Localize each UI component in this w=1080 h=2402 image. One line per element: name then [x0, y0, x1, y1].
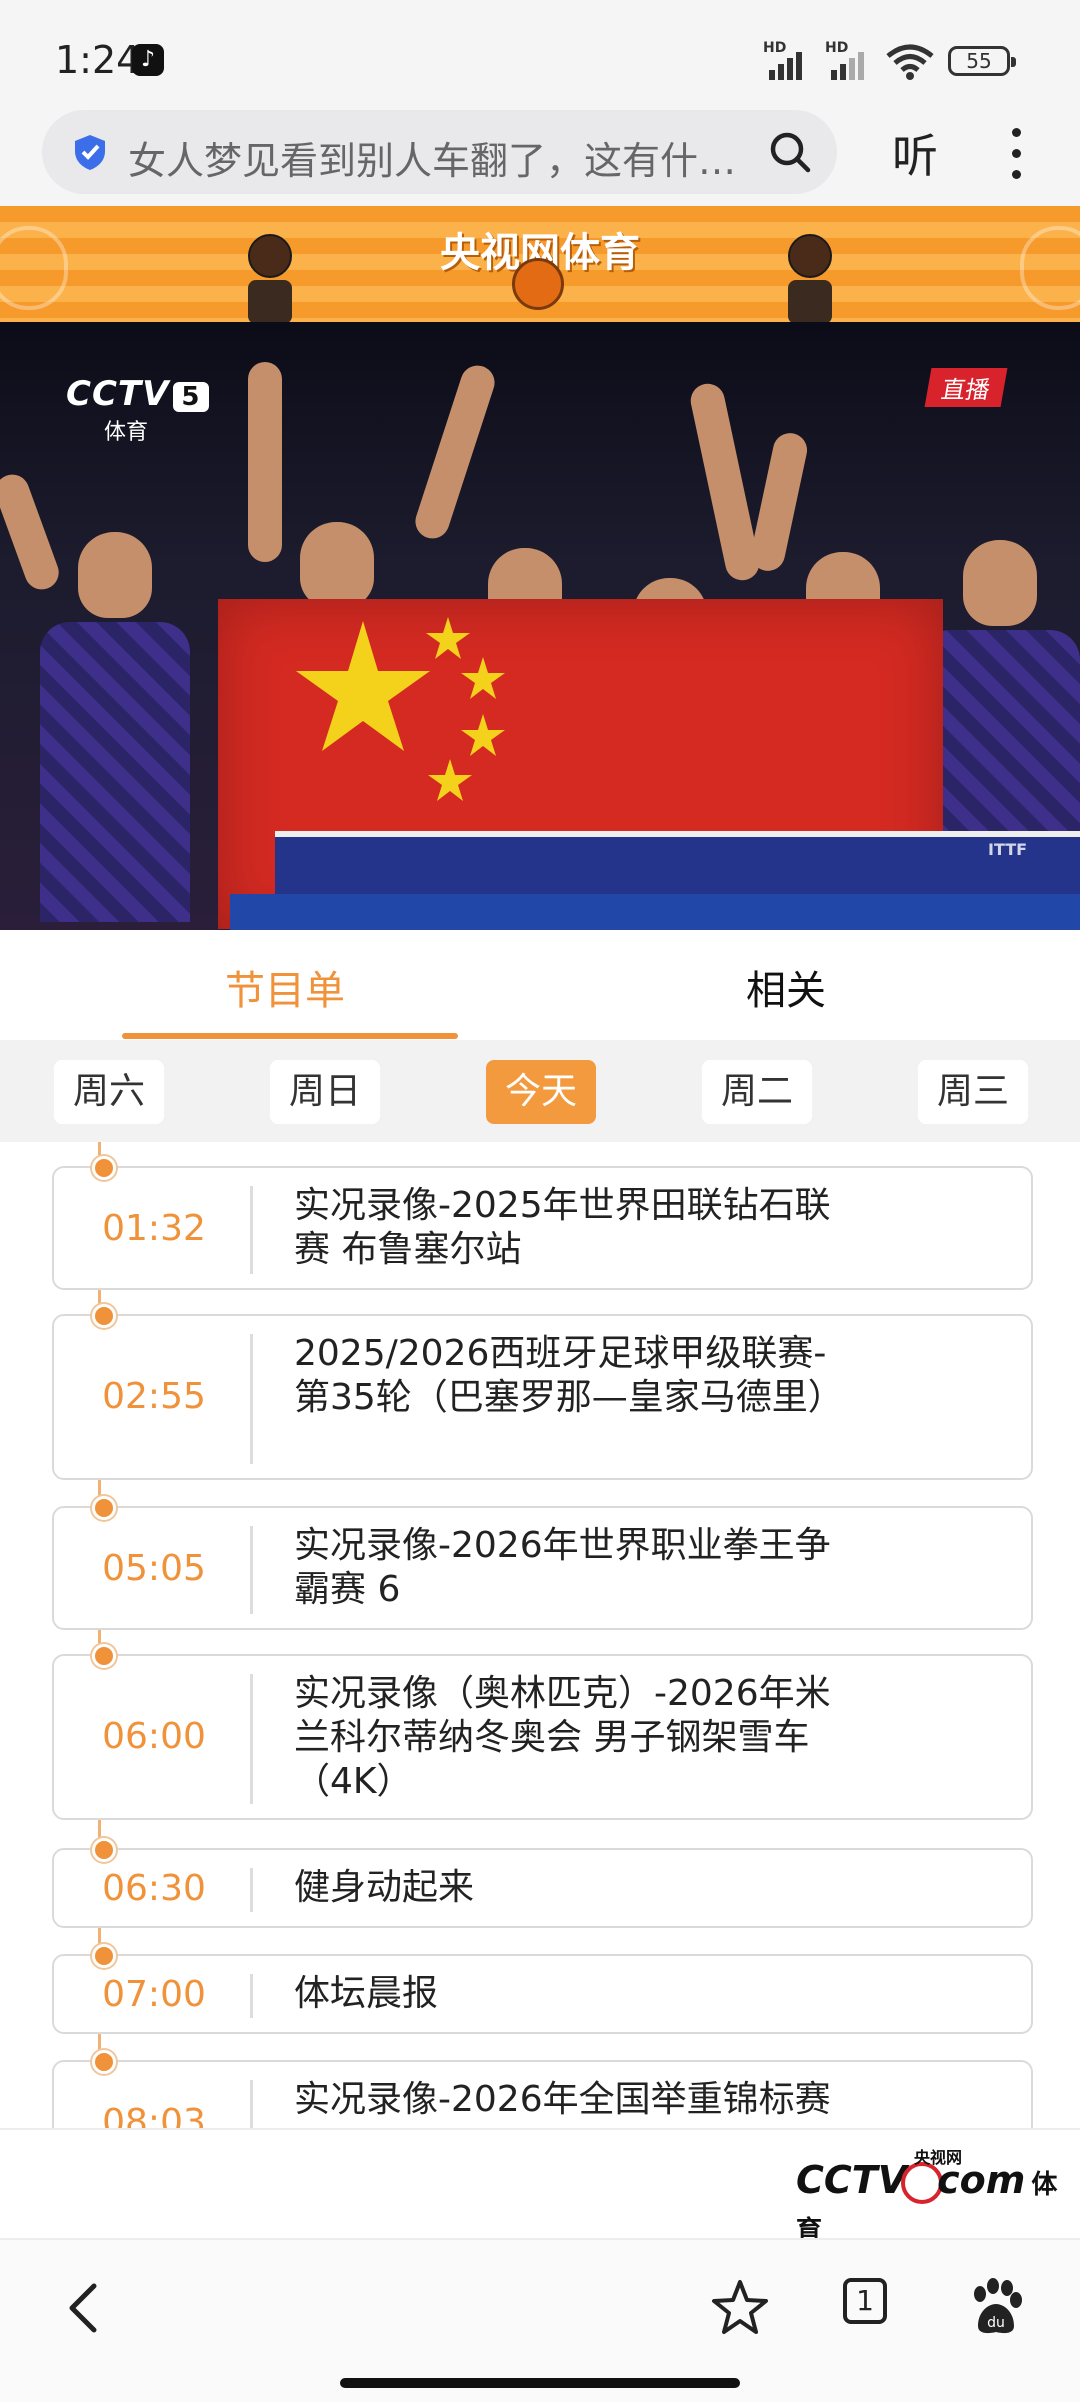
timeline-dot: [92, 1944, 116, 1968]
player-figure: [40, 532, 190, 922]
timeline-dot: [92, 1304, 116, 1328]
search-input[interactable]: 女人梦见看到别人车翻了，这有什…: [128, 130, 788, 185]
tab-program-list[interactable]: 节目单: [225, 958, 345, 1016]
program-time: 07:00: [102, 1974, 206, 2015]
program-time: 02:55: [102, 1376, 206, 1417]
cellular-signal-icon: HD: [825, 40, 877, 80]
content-tabs: 节目单 相关: [0, 930, 1080, 1042]
program-time: 05:05: [102, 1548, 206, 1589]
video-frame: CCTV 5 体育 直播 ITTF: [0, 322, 1080, 930]
brand-footer: CCTV com 体育 央视网: [0, 2128, 1080, 2246]
tiktok-notification-icon: ♪: [132, 44, 164, 76]
bottom-navigation: 1 du: [0, 2238, 1080, 2402]
day-tuesday[interactable]: 周二: [702, 1060, 812, 1124]
ittf-logo-icon: ITTF: [988, 840, 1028, 859]
program-schedule: 01:32 实况录像-2025年世界田联钻石联赛 布鲁塞尔站 02:55 202…: [0, 1142, 1080, 2128]
tab-related[interactable]: 相关: [746, 958, 826, 1016]
program-title: 2025/2026西班牙足球甲级联赛-第35轮（巴塞罗那—皇家马德里）: [294, 1333, 844, 1418]
cellular-signal-icon: HD: [763, 40, 815, 80]
baidu-paw-icon[interactable]: du: [964, 2276, 1028, 2340]
favorite-star-icon[interactable]: [708, 2276, 772, 2340]
program-item[interactable]: 08:03 实况录像-2026年全国举重锦标赛: [52, 2050, 1033, 2128]
program-title: 健身动起来: [294, 1867, 475, 1908]
table-tennis-table: [230, 894, 1080, 930]
back-icon[interactable]: [54, 2276, 118, 2340]
program-title: 实况录像-2026年世界职业拳王争霸赛 6: [294, 1525, 831, 1610]
search-icon[interactable]: [766, 128, 814, 176]
listen-button[interactable]: 听: [892, 120, 938, 186]
basketball-icon: [512, 258, 564, 310]
program-time: 06:30: [102, 1868, 206, 1909]
day-wednesday[interactable]: 周三: [918, 1060, 1028, 1124]
sports-banner: 央视网体育: [0, 206, 1080, 324]
channel-logo: CCTV 5 体育: [66, 374, 209, 446]
day-saturday[interactable]: 周六: [54, 1060, 164, 1124]
svg-text:du: du: [987, 2315, 1005, 2331]
home-indicator[interactable]: [340, 2378, 740, 2388]
program-item[interactable]: 02:55 2025/2026西班牙足球甲级联赛-第35轮（巴塞罗那—皇家马德里…: [52, 1304, 1033, 1480]
browser-toolbar: 女人梦见看到别人车翻了，这有什… 听: [0, 110, 1080, 206]
program-title: 体坛晨报: [294, 1973, 439, 2014]
live-badge: 直播: [924, 368, 1008, 407]
program-item[interactable]: 07:00 体坛晨报: [52, 1944, 1033, 2034]
status-bar: 1:24 ♪ HD HD 55: [0, 0, 1080, 110]
program-item[interactable]: 05:05 实况录像-2026年世界职业拳王争霸赛 6: [52, 1496, 1033, 1630]
more-options-icon[interactable]: [1010, 128, 1022, 184]
battery-icon: 55: [948, 46, 1016, 76]
program-title: 实况录像（奥林匹克）-2026年米兰科尔蒂纳冬奥会 男子钢架雪车（4K）: [294, 1673, 831, 1802]
timeline-dot: [92, 2050, 116, 2074]
wifi-icon: [886, 44, 934, 80]
program-item[interactable]: 06:00 实况录像（奥林匹克）-2026年米兰科尔蒂纳冬奥会 男子钢架雪车（4…: [52, 1644, 1033, 1820]
program-item[interactable]: 06:30 健身动起来: [52, 1838, 1033, 1928]
program-title: 实况录像-2026年全国举重锦标赛: [294, 2079, 831, 2120]
video-player[interactable]: 央视网体育 CCTV 5 体育 直播 ITTF: [0, 206, 1080, 930]
program-time: 06:00: [102, 1716, 206, 1757]
timeline-dot: [92, 1496, 116, 1520]
tab-count-button[interactable]: 1: [843, 2278, 887, 2324]
cctv-com-logo: CCTV com 体育 央视网: [796, 2148, 1058, 2246]
day-sunday[interactable]: 周日: [270, 1060, 380, 1124]
program-time: 01:32: [102, 1208, 206, 1249]
security-shield-icon: [75, 135, 105, 170]
timeline-dot: [92, 1156, 116, 1180]
program-time: 08:03: [102, 2102, 206, 2128]
program-title: 实况录像-2025年世界田联钻石联赛 布鲁塞尔站: [294, 1185, 831, 1270]
day-today[interactable]: 今天: [486, 1060, 596, 1124]
timeline-dot: [92, 1838, 116, 1862]
table-tennis-net: [275, 831, 1080, 895]
program-item[interactable]: 01:32 实况录像-2025年世界田联钻石联赛 布鲁塞尔站: [52, 1156, 1033, 1290]
status-time: 1:24: [55, 38, 141, 82]
day-selector: 周六 周日 今天 周二 周三: [0, 1040, 1080, 1144]
timeline-dot: [92, 1644, 116, 1668]
search-bar[interactable]: 女人梦见看到别人车翻了，这有什…: [42, 110, 837, 194]
active-tab-indicator: [122, 1033, 458, 1039]
